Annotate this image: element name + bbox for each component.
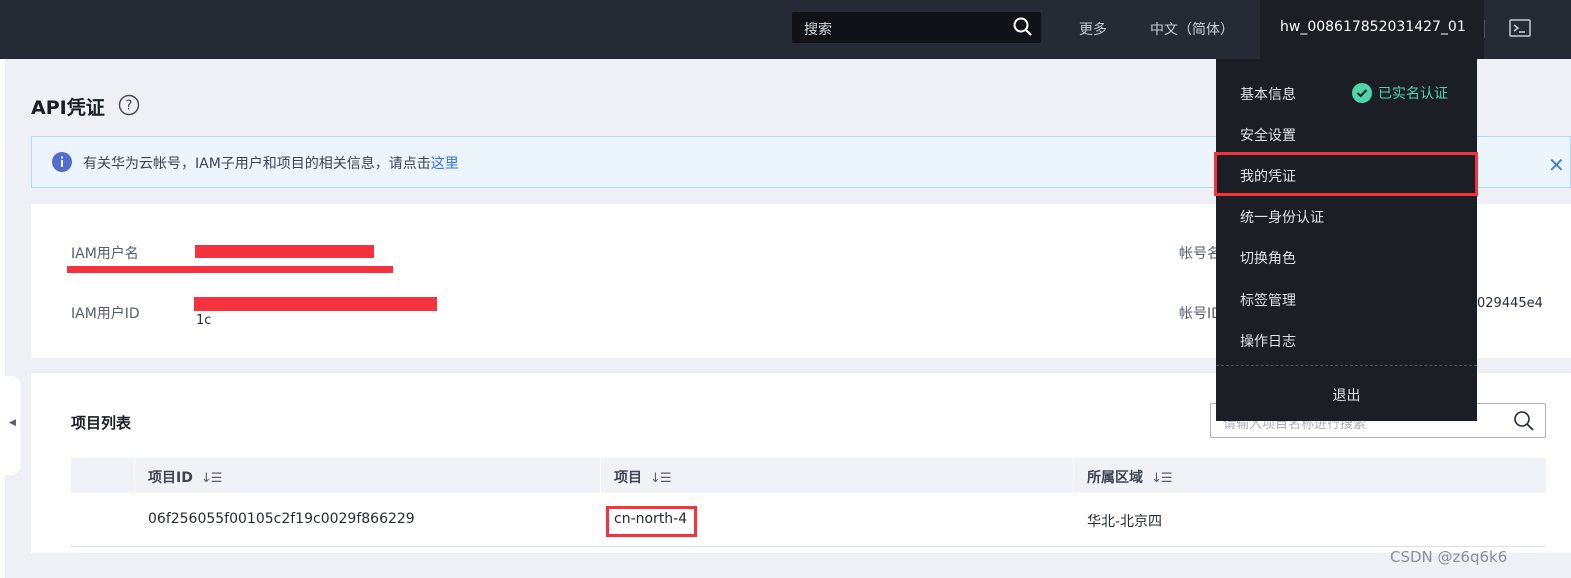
help-icon[interactable]: ? (118, 94, 140, 120)
search-icon[interactable] (1513, 410, 1535, 436)
info-banner-link[interactable]: 这里 (431, 156, 459, 172)
column-header-label: 所属区域 (1087, 470, 1143, 486)
project-id-cell: 06f256055f00105c2f19c0029f866229 (148, 511, 415, 527)
column-divider (600, 458, 601, 493)
sort-icon[interactable]: ↓☰ (1151, 471, 1173, 486)
logout-button[interactable]: 退出 (1216, 385, 1477, 405)
table-row-divider (71, 546, 1546, 547)
account-id-suffix: 029445e4 (1477, 296, 1543, 311)
user-dropdown-menu: 基本信息 已实名认证 安全设置 我的凭证 统一身份认证 切换角色 标签管理 操作… (1216, 59, 1477, 421)
verified-status: 已实名认证 (1352, 83, 1448, 103)
info-banner-message: 有关华为云帐号，IAM子用户和项目的相关信息，请点击 (83, 156, 431, 172)
language-selector[interactable]: 中文（简体） (1150, 19, 1234, 39)
iam-username-label: IAM用户名 (71, 246, 139, 262)
verified-label: 已实名认证 (1378, 86, 1448, 102)
username-label: hw_008617852031427_01 (1280, 19, 1466, 35)
page-title: API凭证 (31, 97, 105, 119)
column-header-region[interactable]: 所属区域 ↓☰ (1087, 467, 1173, 487)
highlight-box-my-credentials (1214, 152, 1478, 196)
menu-divider (1216, 365, 1477, 366)
iam-userid-label: IAM用户ID (71, 306, 140, 322)
column-header-project[interactable]: 项目 ↓☰ (614, 467, 672, 487)
project-list-title: 项目列表 (71, 414, 132, 432)
global-search-placeholder: 搜索 (804, 22, 832, 38)
iam-userid-suffix: 1c (196, 313, 212, 328)
global-search-input[interactable]: 搜索 (792, 12, 1041, 43)
region-cell: 华北-北京四 (1087, 514, 1163, 530)
column-header-label: 项目ID (148, 470, 193, 486)
menu-item-iam[interactable]: 统一身份认证 (1240, 207, 1324, 227)
watermark: CSDN @z6q6k6 (1390, 548, 1508, 566)
search-icon[interactable] (1013, 17, 1033, 41)
caret-left-icon: ◀ (9, 418, 16, 428)
menu-item-basic-info[interactable]: 基本信息 (1240, 84, 1296, 104)
top-nav-bar: 搜索 更多 中文（简体） hw_008617852031427_01 (0, 0, 1571, 59)
menu-item-operation-logs[interactable]: 操作日志 (1240, 331, 1296, 351)
column-header-project-id[interactable]: 项目ID ↓☰ (148, 467, 223, 487)
sidebar-collapse-toggle[interactable]: ◀ (0, 376, 21, 475)
redacted-username (195, 245, 374, 258)
more-menu-link[interactable]: 更多 (1079, 19, 1107, 39)
cloud-shell-terminal-icon[interactable] (1509, 19, 1531, 41)
menu-item-tag-management[interactable]: 标签管理 (1240, 290, 1296, 310)
column-divider (134, 458, 135, 493)
check-circle-icon (1352, 83, 1372, 103)
divider (1484, 20, 1485, 38)
table-header (71, 458, 1546, 493)
menu-item-security-settings[interactable]: 安全设置 (1240, 125, 1296, 145)
close-icon[interactable]: ✕ (1548, 153, 1565, 177)
info-icon (52, 152, 72, 176)
svg-text:?: ? (126, 99, 133, 114)
info-banner-text: 有关华为云帐号，IAM子用户和项目的相关信息，请点击这里 (83, 153, 459, 173)
sort-icon[interactable]: ↓☰ (201, 471, 223, 486)
sort-icon[interactable]: ↓☰ (650, 471, 672, 486)
highlight-box-project (606, 506, 697, 537)
user-account-menu-trigger[interactable]: hw_008617852031427_01 (1260, 0, 1484, 59)
column-divider (1073, 458, 1074, 493)
column-header-label: 项目 (614, 470, 642, 486)
redacted-userid (194, 297, 437, 311)
menu-item-switch-role[interactable]: 切换角色 (1240, 248, 1296, 268)
account-name-label: 帐号名 (1179, 246, 1216, 262)
account-id-label: 帐号ID (1179, 306, 1216, 322)
redaction-underline (67, 266, 393, 273)
